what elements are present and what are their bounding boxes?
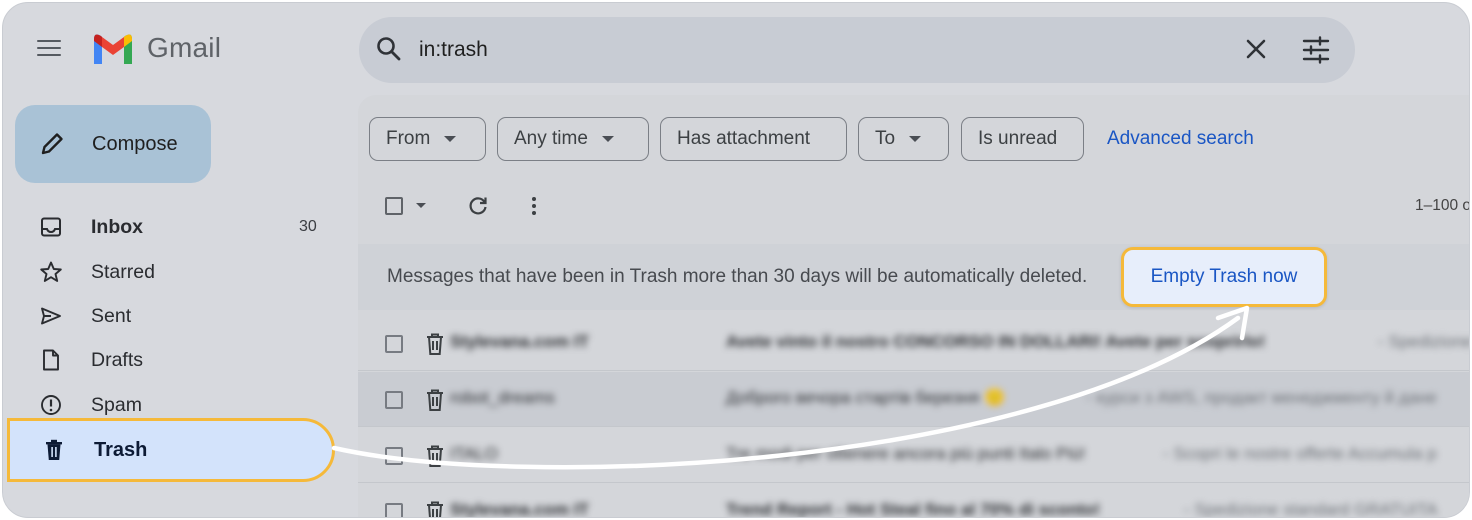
email-snippet: - курси з AWS, продакт менеджменту й дан… xyxy=(1086,388,1437,407)
empty-trash-button[interactable]: Empty Trash now xyxy=(1121,247,1327,307)
sidebar-item-label: Spam xyxy=(91,394,142,416)
main-panel: From Any time Has attachment To Is unrea… xyxy=(358,95,1470,518)
chevron-down-icon xyxy=(909,136,922,142)
email-row[interactable]: Stylevana.com IT Trend Report - Hot Stea… xyxy=(358,484,1469,518)
email-sender: Stylevana.com IT xyxy=(450,332,589,351)
email-row[interactable]: robot_dreams Доброго вечора стартів бере… xyxy=(358,372,1469,427)
filter-any-time-chip[interactable]: Any time xyxy=(497,117,649,161)
search-bar[interactable]: in:trash xyxy=(359,17,1355,83)
draft-icon xyxy=(39,348,63,372)
more-options-icon[interactable] xyxy=(522,194,546,218)
search-options-icon[interactable] xyxy=(1301,36,1331,64)
advanced-search-link[interactable]: Advanced search xyxy=(1107,128,1254,150)
filter-to-chip[interactable]: To xyxy=(858,117,949,161)
email-subject: Avete vinto il nostro CONCORSO IN DOLLAR… xyxy=(726,332,1266,351)
sidebar-item-label: Inbox xyxy=(91,216,143,238)
sidebar-item-sent[interactable]: Sent xyxy=(3,294,333,338)
pencil-icon xyxy=(39,131,65,157)
refresh-icon[interactable] xyxy=(466,194,490,218)
pagination-text: 1–100 o xyxy=(1415,197,1470,214)
sidebar-item-label: Starred xyxy=(91,261,155,283)
spam-icon xyxy=(39,393,63,417)
email-sender: ITALO xyxy=(450,444,498,463)
compose-button[interactable]: Compose xyxy=(15,105,211,183)
inbox-icon xyxy=(39,215,63,239)
email-subject: Trend Report - Hot Steal fino al 70% di … xyxy=(726,500,1101,518)
row-checkbox[interactable] xyxy=(385,447,403,465)
sidebar-item-starred[interactable]: Starred xyxy=(3,250,333,294)
email-snippet: - Spedizione xyxy=(1378,332,1470,351)
gmail-logo[interactable]: Gmail xyxy=(91,31,221,65)
row-checkbox[interactable] xyxy=(385,391,403,409)
email-row[interactable]: Stylevana.com IT Avete vinto il nostro C… xyxy=(358,316,1470,371)
email-sender: Stylevana.com IT xyxy=(450,500,589,518)
trash-icon xyxy=(42,438,66,462)
trash-icon xyxy=(424,500,446,517)
trash-notice-text: Messages that have been in Trash more th… xyxy=(387,266,1088,287)
select-all-checkbox[interactable] xyxy=(385,197,403,215)
trash-icon xyxy=(424,332,446,356)
chip-label: Has attachment xyxy=(677,128,811,149)
sidebar-item-label: Trash xyxy=(94,439,148,461)
filter-from-chip[interactable]: From xyxy=(369,117,486,161)
chip-label: To xyxy=(875,128,896,149)
compose-label: Compose xyxy=(92,133,178,155)
email-snippet: - Scopri le nostre offerte Accumula p xyxy=(1163,444,1437,463)
chevron-down-icon xyxy=(601,136,614,142)
unread-count: 30 xyxy=(299,218,317,235)
email-subject: Tre modi per ottenere ancora più punti I… xyxy=(726,444,1086,463)
trash-icon xyxy=(424,444,446,468)
filter-has-attachment-chip[interactable]: Has attachment xyxy=(660,117,847,161)
chip-label: Any time xyxy=(514,128,588,149)
gmail-wordmark: Gmail xyxy=(147,32,222,63)
sidebar-item-drafts[interactable]: Drafts xyxy=(3,338,333,382)
search-icon[interactable] xyxy=(375,35,403,63)
chip-label: From xyxy=(386,128,431,149)
filter-is-unread-chip[interactable]: Is unread xyxy=(961,117,1084,161)
sidebar-item-label: Drafts xyxy=(91,349,144,371)
email-subject: Доброго вечора стартів березня 🙂 xyxy=(726,388,1006,407)
email-sender: robot_dreams xyxy=(450,388,555,407)
email-row[interactable]: ITALO Tre modi per ottenere ancora più p… xyxy=(358,428,1469,483)
send-icon xyxy=(39,304,63,328)
star-icon xyxy=(39,260,63,284)
email-snippet: - Spedizione standard GRATUITA xyxy=(1184,500,1438,518)
row-checkbox[interactable] xyxy=(385,335,403,353)
gmail-window: Gmail in:trash Compose Inbox 30 Starred … xyxy=(2,2,1470,518)
sidebar-item-label: Sent xyxy=(91,305,132,327)
chevron-down-icon xyxy=(444,136,457,142)
select-dropdown-icon[interactable] xyxy=(416,203,426,208)
main-menu-icon[interactable] xyxy=(37,33,67,63)
chip-label: Is unread xyxy=(978,128,1058,149)
sidebar-item-trash[interactable]: Trash xyxy=(7,418,335,482)
sidebar-item-inbox[interactable]: Inbox 30 xyxy=(3,205,333,249)
trash-icon xyxy=(424,388,446,412)
gmail-m-icon xyxy=(94,34,132,64)
row-checkbox[interactable] xyxy=(385,503,403,517)
clear-search-icon[interactable] xyxy=(1243,36,1269,62)
search-input[interactable]: in:trash xyxy=(419,38,488,62)
